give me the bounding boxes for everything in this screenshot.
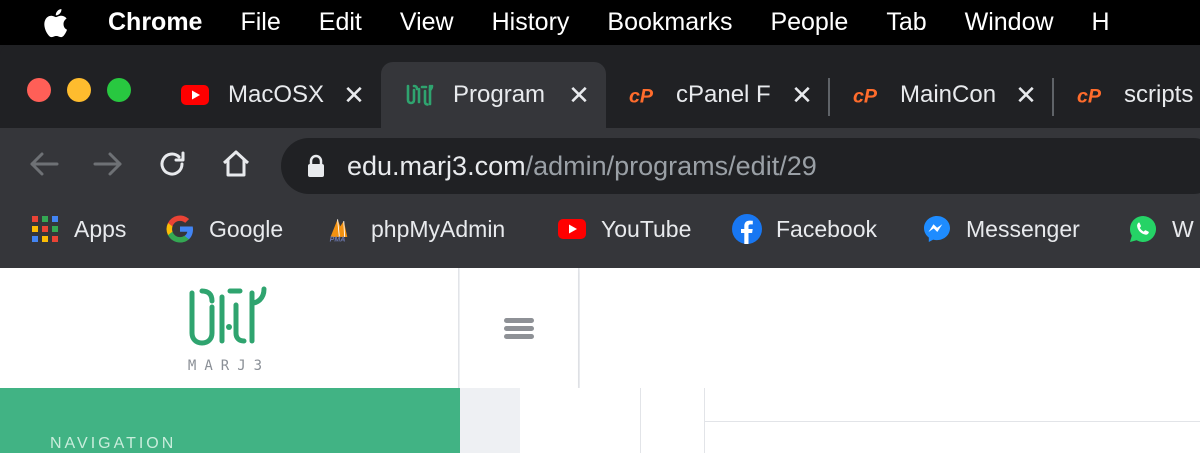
- divider: [640, 388, 641, 453]
- bookmark-apps[interactable]: Apps: [30, 204, 126, 254]
- close-window-button[interactable]: [27, 78, 51, 102]
- tab-maincon[interactable]: cP MainCon ✕: [832, 62, 1054, 128]
- menu-tab[interactable]: Tab: [886, 8, 926, 37]
- bookmark-label: YouTube: [601, 215, 692, 242]
- cpanel-icon: cP: [852, 80, 882, 110]
- lock-icon[interactable]: [307, 154, 325, 178]
- bookmark-label: Facebook: [776, 215, 878, 242]
- menu-view[interactable]: View: [400, 8, 454, 37]
- tab-cpanel-f[interactable]: cP cPanel F ✕: [608, 62, 830, 128]
- tab-title: Program: [453, 81, 546, 108]
- bookmark-google[interactable]: Google: [165, 204, 283, 254]
- bookmark-label: phpMyAdmin: [371, 215, 506, 242]
- cpanel-icon: cP: [1076, 80, 1106, 110]
- svg-text:cP: cP: [1077, 86, 1102, 107]
- bookmark-label: W: [1172, 215, 1194, 242]
- site-logo[interactable]: MARJ3: [0, 268, 459, 388]
- menu-edit[interactable]: Edit: [319, 8, 362, 37]
- menu-file[interactable]: File: [240, 8, 280, 37]
- tab-separator: [1052, 78, 1054, 116]
- forward-arrow-icon[interactable]: [91, 147, 125, 181]
- svg-text:cP: cP: [853, 86, 878, 107]
- bookmark-label: Google: [209, 215, 284, 242]
- url-path: /admin/programs/edit/29: [525, 150, 817, 181]
- address-bar[interactable]: edu.marj3.com/admin/programs/edit/29: [281, 138, 1200, 194]
- tab-scripts[interactable]: cP scripts: [1056, 62, 1200, 128]
- zoom-window-button[interactable]: [107, 78, 131, 102]
- youtube-icon: [557, 214, 587, 244]
- url-host: edu.marj3.com: [347, 150, 526, 181]
- sidebar: NAVIGATION: [0, 388, 460, 453]
- close-tab-icon[interactable]: ✕: [1014, 80, 1038, 110]
- bookmark-phpmyadmin[interactable]: PMA phpMyAdmin: [327, 204, 506, 254]
- menu-help[interactable]: H: [1092, 8, 1110, 37]
- menu-window[interactable]: Window: [965, 8, 1054, 37]
- bookmark-label: Messenger: [966, 215, 1080, 242]
- back-arrow-icon[interactable]: [27, 147, 61, 181]
- whatsapp-icon: [1128, 214, 1158, 244]
- web-page: MARJ3 NAVIGATION: [0, 268, 1200, 453]
- menu-chrome[interactable]: Chrome: [108, 8, 202, 37]
- menu-people[interactable]: People: [770, 8, 848, 37]
- minimize-window-button[interactable]: [67, 78, 91, 102]
- apps-grid-icon: [30, 214, 60, 244]
- bookmark-whatsapp[interactable]: W: [1128, 204, 1194, 254]
- menu-toggle-button[interactable]: [460, 268, 579, 388]
- cpanel-icon: cP: [628, 80, 658, 110]
- facebook-icon: [732, 214, 762, 244]
- divider: [704, 421, 1200, 422]
- bookmark-facebook[interactable]: Facebook: [732, 204, 877, 254]
- bookmark-youtube[interactable]: YouTube: [557, 204, 691, 254]
- tab-title: scripts: [1124, 81, 1194, 108]
- browser-window: MacOSX ✕ Program ✕ cP cPanel F ✕ cP Main…: [0, 45, 1200, 453]
- tab-program[interactable]: Program ✕: [381, 62, 606, 128]
- tab-title: cPanel F: [676, 81, 771, 108]
- menu-bookmarks[interactable]: Bookmarks: [607, 8, 732, 37]
- tab-macosx[interactable]: MacOSX ✕: [160, 62, 378, 128]
- top-navbar: [580, 268, 1200, 388]
- close-tab-icon[interactable]: ✕: [790, 80, 814, 110]
- close-tab-icon[interactable]: ✕: [567, 80, 591, 110]
- browser-toolbar: edu.marj3.com/admin/programs/edit/29 App…: [0, 128, 1200, 268]
- bookmark-messenger[interactable]: Messenger: [922, 204, 1080, 254]
- tab-separator: [828, 78, 830, 116]
- phpmyadmin-icon: PMA: [327, 214, 357, 244]
- logo-wordmark: MARJ3: [187, 357, 271, 374]
- macos-menubar: Chrome File Edit View History Bookmarks …: [0, 0, 1200, 45]
- menu-history[interactable]: History: [492, 8, 570, 37]
- svg-text:PMA: PMA: [330, 236, 346, 243]
- close-tab-icon[interactable]: ✕: [342, 80, 366, 110]
- sidebar-nav-heading: NAVIGATION: [50, 435, 177, 452]
- bookmark-label: Apps: [74, 215, 127, 242]
- marj3-icon: [405, 80, 435, 110]
- home-icon[interactable]: [219, 147, 253, 181]
- youtube-icon: [180, 80, 210, 110]
- messenger-icon: [922, 214, 952, 244]
- reload-icon[interactable]: [155, 147, 189, 181]
- marj3-logo-icon: [188, 283, 270, 354]
- google-icon: [165, 214, 195, 244]
- tab-title: MainCon: [900, 81, 996, 108]
- tab-title: MacOSX: [228, 81, 324, 108]
- svg-text:cP: cP: [629, 86, 654, 107]
- hamburger-icon: [504, 315, 534, 342]
- apple-logo-icon[interactable]: [40, 8, 70, 38]
